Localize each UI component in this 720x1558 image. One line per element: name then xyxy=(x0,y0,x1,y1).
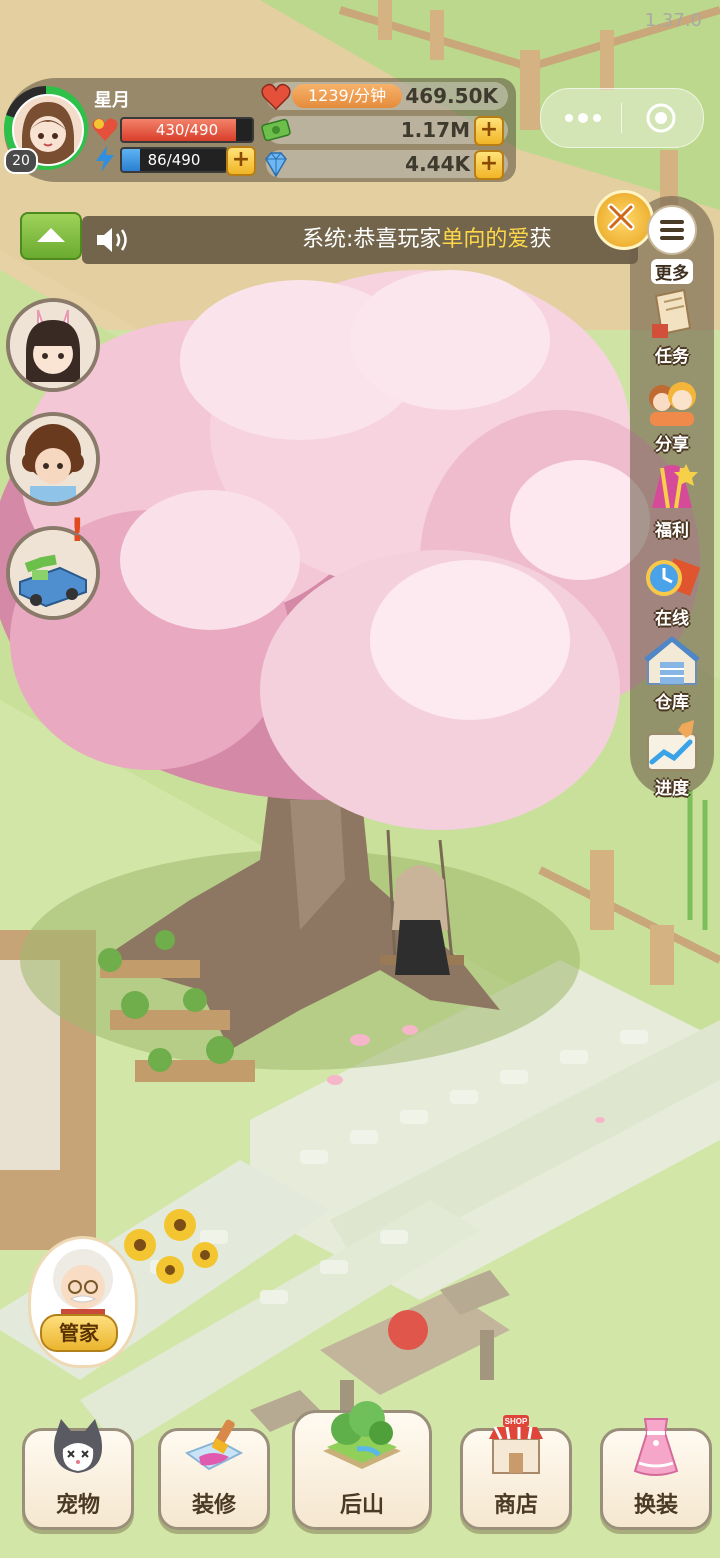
friends-icon xyxy=(649,382,696,426)
npc-curly-hair-button[interactable] xyxy=(6,412,100,506)
npc-bunny-girl-button[interactable] xyxy=(6,298,100,392)
hp-text: 430/490 xyxy=(155,121,219,139)
version-label: 1.37.0 xyxy=(644,10,702,31)
diamonds-row: 4.44K xyxy=(265,150,508,178)
menu-tasks[interactable]: 任务 xyxy=(630,284,714,380)
curly-hair-avatar-icon xyxy=(10,416,96,502)
player-level: 20 xyxy=(4,148,38,174)
menu-warehouse-label: 仓库 xyxy=(655,693,689,713)
butler-label[interactable]: 管家 xyxy=(40,1314,118,1352)
player-name: 星月 xyxy=(94,90,130,111)
add-diamonds-button[interactable]: + xyxy=(474,150,504,180)
menu-progress-label: 进度 xyxy=(655,779,689,799)
warehouse-icon xyxy=(644,636,700,685)
nav-shop[interactable]: SHOP 商店 xyxy=(460,1415,572,1530)
menu-tasks-label: 任务 xyxy=(655,347,689,367)
clock-gift-icon xyxy=(646,558,701,596)
more-dots-icon[interactable] xyxy=(563,109,603,127)
cash-row: 1.17M xyxy=(261,116,508,144)
nav-pets-label: 宠物 xyxy=(55,1493,100,1518)
money-truck-alert: ! xyxy=(70,511,85,549)
hearts-row: 1239/分钟 469.50K xyxy=(261,82,508,111)
menu-share[interactable]: 分享 xyxy=(630,372,714,468)
energy-lightning-icon xyxy=(96,146,114,172)
hearts-rate: 1239/分钟 xyxy=(292,84,403,108)
add-cash-button[interactable]: + xyxy=(474,116,504,146)
speaker-icon xyxy=(97,228,127,252)
nav-shop-label: 商店 xyxy=(493,1493,538,1518)
hill-icon xyxy=(323,1401,401,1469)
hp-bar: 430/490 xyxy=(120,117,254,143)
bunny-girl-avatar-icon xyxy=(10,302,96,388)
diamonds-value: 4.44K xyxy=(405,152,470,176)
energy-text: 86/490 xyxy=(147,151,201,169)
menu-welfare[interactable]: 福利 xyxy=(630,458,714,554)
diamond-icon xyxy=(265,152,287,178)
announcement-suffix: 获 xyxy=(529,227,552,252)
menu-more-label: 更多 xyxy=(651,259,693,284)
menu-welfare-label: 福利 xyxy=(655,521,689,541)
menu-online-label: 在线 xyxy=(655,609,689,629)
money-truck-button[interactable] xyxy=(6,526,100,620)
heart-icon xyxy=(261,83,291,111)
cash-value: 1.17M xyxy=(400,118,470,142)
hamburger-menu-icon xyxy=(647,205,697,255)
announcement-prefix: 系统:恭喜玩家 xyxy=(302,227,442,252)
dress-icon xyxy=(633,1418,679,1476)
shop-sign-text: SHOP xyxy=(505,1417,528,1426)
nav-decorate[interactable]: 装修 xyxy=(158,1419,270,1530)
hp-heart-icon xyxy=(92,118,118,141)
paint-brush-icon xyxy=(184,1419,244,1471)
nav-backhill-label: 后山 xyxy=(339,1493,384,1518)
nav-dressup[interactable]: 换装 xyxy=(600,1418,712,1530)
nav-pets[interactable]: 宠物 xyxy=(22,1419,134,1530)
cash-icon xyxy=(261,118,291,142)
capsule-divider xyxy=(621,103,622,133)
menu-online[interactable]: 在线 xyxy=(630,546,714,642)
shop-icon: SHOP xyxy=(489,1415,543,1474)
gift-icon xyxy=(652,464,698,509)
energy-bar: 86/490 xyxy=(120,147,228,173)
menu-share-label: 分享 xyxy=(655,435,689,455)
menu-more[interactable]: 更多 xyxy=(630,200,714,296)
hearts-value: 469.50K xyxy=(405,84,498,108)
progress-chart-icon xyxy=(647,720,697,771)
announcement-bar: 系统:恭喜玩家单向的爱获 xyxy=(82,216,638,264)
add-energy-button[interactable]: + xyxy=(226,146,256,176)
collapse-hud-button[interactable] xyxy=(20,212,82,260)
nav-dressup-label: 换装 xyxy=(633,1493,678,1518)
announcement-text: 系统:恭喜玩家单向的爱获 xyxy=(302,216,551,264)
cat-icon xyxy=(53,1419,103,1473)
scroll-icon xyxy=(652,288,692,338)
announcement-highlight: 单向的爱 xyxy=(441,227,530,252)
menu-warehouse[interactable]: 仓库 xyxy=(630,630,714,726)
nav-decorate-label: 装修 xyxy=(191,1493,236,1518)
chevron-up-icon xyxy=(37,228,65,242)
miniprogram-capsule xyxy=(540,88,704,148)
menu-progress[interactable]: 进度 xyxy=(630,716,714,812)
close-miniprogram-icon[interactable] xyxy=(645,102,677,134)
nav-backhill[interactable]: 后山 xyxy=(292,1401,432,1530)
